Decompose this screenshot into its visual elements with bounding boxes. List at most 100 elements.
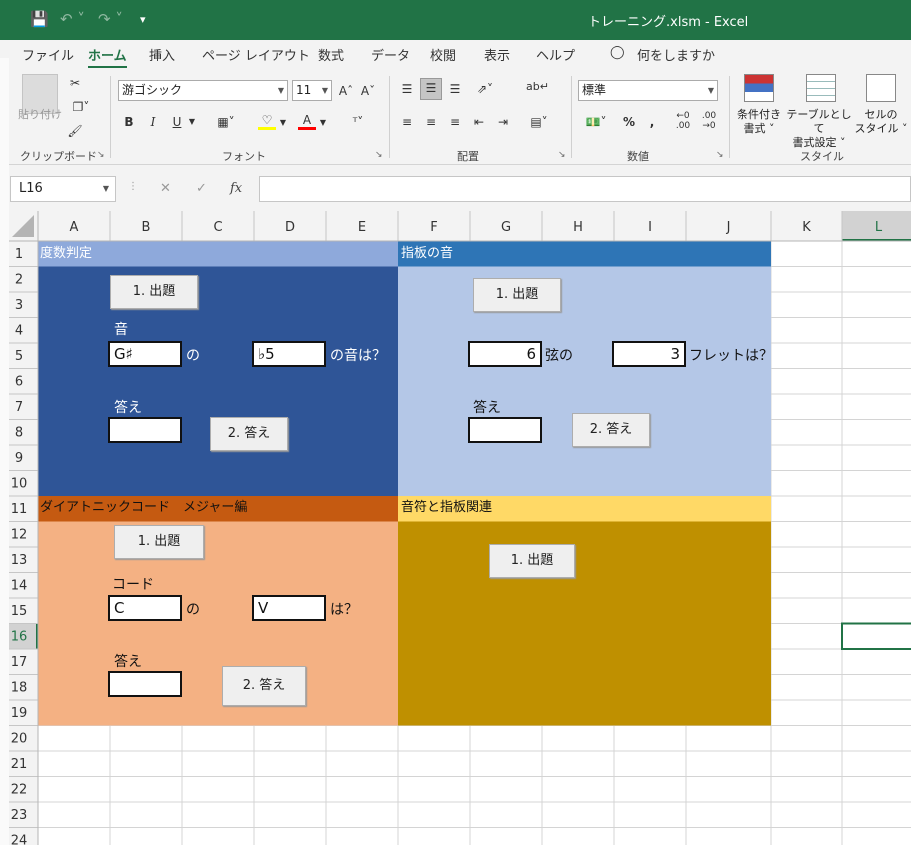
tab-home[interactable]: ホーム bbox=[88, 45, 127, 69]
percent-icon[interactable]: % bbox=[620, 113, 638, 131]
font-size-select[interactable]: 11 ▼ bbox=[292, 80, 332, 101]
row-header-5[interactable]: 5 bbox=[15, 349, 23, 364]
column-header-h[interactable]: H bbox=[573, 220, 583, 235]
column-header-e[interactable]: E bbox=[358, 220, 366, 235]
decrease-decimal-icon[interactable]: .00 →0 bbox=[698, 111, 720, 131]
column-header-d[interactable]: D bbox=[285, 220, 295, 235]
cell-styles-button[interactable]: セルの スタイル ˅ bbox=[852, 108, 910, 136]
p2-answer-textbox[interactable] bbox=[468, 417, 542, 443]
bold-button[interactable]: B bbox=[122, 113, 136, 131]
number-launcher-icon[interactable]: ↘ bbox=[716, 150, 724, 160]
cancel-icon[interactable]: ✕ bbox=[160, 181, 171, 196]
row-header-9[interactable]: 9 bbox=[15, 451, 23, 466]
borders-icon[interactable]: ▦˅ bbox=[212, 113, 240, 131]
p2-question-button[interactable]: 1. 出題 bbox=[473, 278, 561, 312]
p3-question-button[interactable]: 1. 出題 bbox=[114, 525, 204, 559]
tab-help[interactable]: ヘルプ bbox=[536, 45, 575, 64]
row-header-2[interactable]: 2 bbox=[15, 273, 23, 288]
format-as-table-icon[interactable] bbox=[806, 74, 836, 102]
italic-button[interactable]: I bbox=[146, 113, 160, 131]
undo-icon[interactable]: ↶ ˅ bbox=[60, 10, 85, 28]
row-header-23[interactable]: 23 bbox=[11, 808, 28, 823]
column-header-g[interactable]: G bbox=[501, 220, 511, 235]
increase-indent-icon[interactable]: ⇥ bbox=[494, 113, 512, 131]
orientation-icon[interactable]: ⇗˅ bbox=[470, 80, 500, 98]
fill-color-icon[interactable]: ♡ bbox=[258, 113, 276, 130]
tab-page-layout[interactable]: ページ レイアウト bbox=[202, 45, 310, 64]
row-header-13[interactable]: 13 bbox=[11, 553, 28, 568]
row-header-19[interactable]: 19 bbox=[11, 706, 28, 721]
customize-toolbar-icon[interactable]: ▾ bbox=[140, 13, 146, 26]
decrease-indent-icon[interactable]: ⇤ bbox=[470, 113, 488, 131]
tab-data[interactable]: データ bbox=[371, 45, 410, 64]
row-header-7[interactable]: 7 bbox=[15, 400, 23, 415]
cell-styles-icon[interactable] bbox=[866, 74, 896, 102]
row-header-22[interactable]: 22 bbox=[11, 783, 28, 798]
align-left-icon[interactable]: ≡ bbox=[398, 113, 416, 131]
cut-icon[interactable]: ✂ bbox=[66, 74, 84, 92]
font-family-select[interactable]: 游ゴシック ▼ bbox=[118, 80, 288, 101]
redo-icon[interactable]: ↷ ˅ bbox=[98, 10, 123, 28]
row-header-17[interactable]: 17 bbox=[11, 655, 28, 670]
increase-decimal-icon[interactable]: ←0.00 bbox=[672, 111, 694, 131]
active-cell-border[interactable] bbox=[841, 622, 911, 650]
tab-insert[interactable]: 挿入 bbox=[149, 45, 175, 64]
font-color-dropdown-icon[interactable]: ▼ bbox=[318, 114, 328, 132]
column-header-c[interactable]: C bbox=[213, 220, 222, 235]
align-right-icon[interactable]: ≡ bbox=[446, 113, 464, 131]
column-header-k[interactable]: K bbox=[802, 220, 811, 235]
align-middle-icon[interactable]: ☰ bbox=[420, 78, 442, 100]
insert-function-icon[interactable]: fx bbox=[230, 181, 242, 196]
accounting-format-icon[interactable]: 💵˅ bbox=[580, 113, 612, 131]
formula-input[interactable] bbox=[259, 176, 911, 202]
decrease-font-icon[interactable]: Aˇ bbox=[360, 82, 376, 100]
font-color-icon[interactable]: A bbox=[298, 113, 316, 130]
p2-fret-textbox[interactable]: 3 bbox=[612, 341, 686, 367]
merge-center-icon[interactable]: ▤˅ bbox=[524, 113, 554, 131]
p1-interval-textbox[interactable]: ♭5 bbox=[252, 341, 326, 367]
alignment-launcher-icon[interactable]: ↘ bbox=[558, 150, 566, 160]
row-header-11[interactable]: 11 bbox=[11, 502, 28, 517]
format-as-table-button[interactable]: テーブルとして 書式設定 ˅ bbox=[784, 108, 854, 150]
row-header-24[interactable]: 24 bbox=[11, 834, 28, 845]
comma-style-icon[interactable]: , bbox=[646, 113, 658, 131]
paste-button-label[interactable]: 貼り付け bbox=[16, 108, 64, 122]
worksheet[interactable]: A B C D E F G H I J K L 1 2 3 4 5 6 7 8 9 10 11 12 13 14 15 16 17 18 1… bbox=[0, 211, 911, 845]
row-header-10[interactable]: 10 bbox=[11, 477, 28, 492]
align-bottom-icon[interactable]: ☰ bbox=[446, 80, 464, 98]
increase-font-icon[interactable]: Aˆ bbox=[338, 82, 354, 100]
column-header-b[interactable]: B bbox=[142, 220, 151, 235]
p3-answer-button[interactable]: 2. 答え bbox=[222, 666, 306, 706]
save-icon[interactable]: 💾 bbox=[30, 10, 49, 28]
fill-dropdown-icon[interactable]: ▼ bbox=[278, 114, 288, 132]
p1-question-button[interactable]: 1. 出題 bbox=[110, 275, 198, 309]
underline-button[interactable]: U bbox=[170, 113, 184, 131]
p1-answer-textbox[interactable] bbox=[108, 417, 182, 443]
tab-review[interactable]: 校閲 bbox=[430, 45, 456, 64]
column-header-f[interactable]: F bbox=[430, 220, 437, 235]
phonetic-icon[interactable]: ᵀ˅ bbox=[344, 113, 372, 131]
p3-key-textbox[interactable]: C bbox=[108, 595, 182, 621]
align-center-icon[interactable]: ≡ bbox=[422, 113, 440, 131]
p1-answer-button[interactable]: 2. 答え bbox=[210, 417, 288, 451]
format-painter-icon[interactable]: 🖌 bbox=[66, 122, 84, 140]
tab-view[interactable]: 表示 bbox=[484, 45, 510, 64]
row-header-1[interactable]: 1 bbox=[15, 247, 23, 262]
copy-icon[interactable]: ❐˅ bbox=[66, 98, 96, 116]
font-launcher-icon[interactable]: ↘ bbox=[375, 150, 383, 160]
row-header-8[interactable]: 8 bbox=[15, 426, 23, 441]
column-header-i[interactable]: I bbox=[648, 220, 652, 235]
tab-formulas[interactable]: 数式 bbox=[318, 45, 344, 64]
p4-question-button[interactable]: 1. 出題 bbox=[489, 544, 575, 578]
column-header-l[interactable]: L bbox=[875, 220, 883, 235]
name-box[interactable]: L16 ▼ bbox=[10, 176, 116, 202]
align-top-icon[interactable]: ☰ bbox=[398, 80, 416, 98]
row-header-3[interactable]: 3 bbox=[15, 298, 23, 313]
conditional-formatting-icon[interactable] bbox=[744, 74, 774, 102]
clipboard-launcher-icon[interactable]: ↘ bbox=[97, 150, 105, 160]
row-header-18[interactable]: 18 bbox=[11, 681, 28, 696]
p3-degree-textbox[interactable]: V bbox=[252, 595, 326, 621]
row-header-16[interactable]: 16 bbox=[11, 630, 28, 645]
row-header-6[interactable]: 6 bbox=[15, 375, 23, 390]
p3-answer-textbox[interactable] bbox=[108, 671, 182, 697]
